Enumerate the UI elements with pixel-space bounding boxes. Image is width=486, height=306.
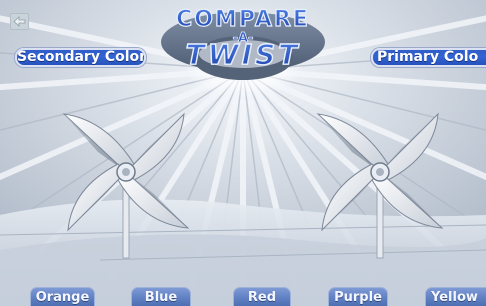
choice-blue-label: Blue (144, 290, 178, 305)
choice-orange-label: Orange (35, 290, 90, 305)
game-screen: COMPARE -A- TWIST Secondary Color Primar… (0, 0, 486, 306)
primary-color-label: Primary Colo (371, 48, 486, 67)
choice-red[interactable]: Red (233, 287, 291, 306)
choice-yellow[interactable]: Yellow (425, 287, 486, 306)
choice-purple[interactable]: Purple (328, 287, 388, 306)
choice-yellow-label: Yellow (431, 290, 478, 305)
scene-background: COMPARE -A- TWIST (0, 0, 486, 306)
secondary-color-text: Secondary Color (17, 49, 146, 65)
game-title: COMPARE -A- TWIST (175, 6, 310, 71)
back-button[interactable] (10, 13, 29, 30)
title-line-3: TWIST (186, 38, 301, 71)
choice-red-label: Red (247, 290, 277, 305)
primary-color-text: Primary Colo (377, 49, 479, 65)
choice-orange[interactable]: Orange (30, 287, 95, 306)
back-arrow-icon (13, 16, 26, 27)
choice-blue[interactable]: Blue (131, 287, 191, 306)
choice-purple-label: Purple (334, 290, 382, 305)
secondary-color-label: Secondary Color (15, 48, 146, 67)
title-line-1: COMPARE (176, 7, 310, 32)
